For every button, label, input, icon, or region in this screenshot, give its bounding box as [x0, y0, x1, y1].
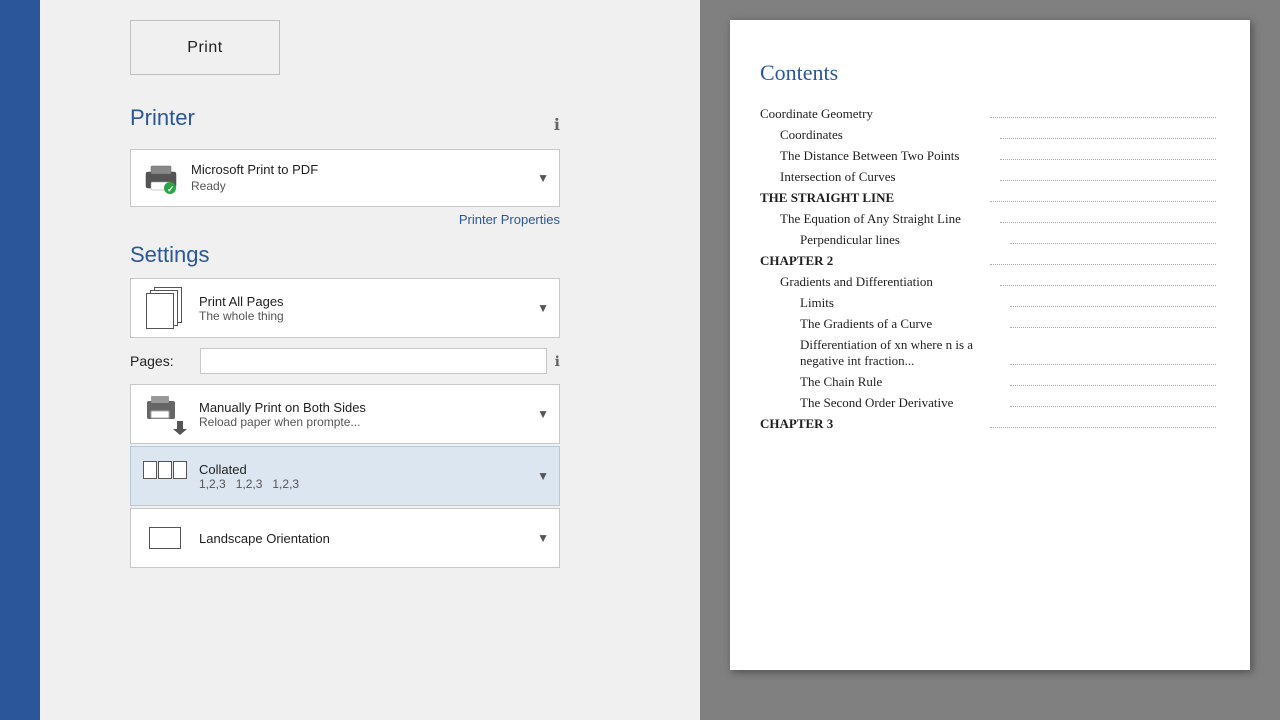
printer-status: Ready [191, 179, 226, 193]
print-range-text: Print All Pages The whole thing [199, 294, 532, 323]
toc-label: The Equation of Any Straight Line [780, 211, 996, 227]
toc-entry: Coordinate Geometry [760, 106, 1220, 122]
pages-info-icon[interactable]: ℹ [555, 353, 560, 370]
toc-dots [1010, 291, 1216, 307]
duplex-sub: Reload paper when prompte... [199, 415, 532, 429]
toc-label: The Chain Rule [800, 374, 1006, 390]
svg-text:✓: ✓ [167, 184, 175, 194]
orientation-icon [141, 517, 189, 559]
toc-label: Coordinates [780, 127, 996, 143]
toc-entry: CHAPTER 2 [760, 253, 1220, 269]
toc-label: The Gradients of a Curve [800, 316, 1006, 332]
print-range-arrow: ▼ [537, 301, 549, 315]
settings-section: Settings Print All Pages The whole thing… [130, 242, 670, 568]
toc-entry: THE STRAIGHT LINE [760, 190, 1220, 206]
toc-dots [1010, 333, 1216, 365]
toc-entry: Coordinates [760, 127, 1220, 143]
printer-section-label: Printer [130, 105, 195, 131]
print-range-dropdown[interactable]: Print All Pages The whole thing ▼ [130, 278, 560, 338]
toc-dots [1010, 391, 1216, 407]
toc-dots [1000, 144, 1216, 160]
print-range-main: Print All Pages [199, 294, 532, 309]
collated-arrow: ▼ [537, 469, 549, 483]
print-range-icon [141, 287, 189, 329]
orientation-arrow: ▼ [537, 531, 549, 545]
printer-icon: ✓ [141, 158, 181, 198]
duplex-text: Manually Print on Both Sides Reload pape… [199, 400, 532, 429]
toc-label: Limits [800, 295, 1006, 311]
pages-input[interactable] [200, 348, 547, 374]
duplex-icon [141, 393, 189, 435]
contents-title: Contents [760, 60, 1220, 86]
duplex-arrow: ▼ [537, 407, 549, 421]
duplex-dropdown[interactable]: Manually Print on Both Sides Reload pape… [130, 384, 560, 444]
pages-label: Pages: [130, 353, 190, 369]
toc-dots [1010, 312, 1216, 328]
collated-dropdown[interactable]: Collated 1,2,3 1,2,3 1,2,3 ▼ [130, 446, 560, 506]
toc-entry: The Second Order Derivative [760, 395, 1220, 411]
toc-entry: The Chain Rule [760, 374, 1220, 390]
toc-container: Coordinate Geometry Coordinates The Distan… [760, 106, 1220, 432]
toc-entry: The Equation of Any Straight Line [760, 211, 1220, 227]
toc-entry: CHAPTER 3 [760, 416, 1220, 432]
printer-info: Microsoft Print to PDF Ready [191, 162, 537, 195]
settings-section-label: Settings [130, 242, 210, 267]
toc-label: Perpendicular lines [800, 232, 1006, 248]
toc-entry: The Gradients of a Curve [760, 316, 1220, 332]
toc-dots [1000, 123, 1216, 139]
print-button[interactable]: Print [130, 20, 280, 75]
toc-dots [1010, 370, 1216, 386]
duplex-main: Manually Print on Both Sides [199, 400, 532, 415]
toc-label: THE STRAIGHT LINE [760, 190, 986, 206]
toc-dots [990, 249, 1216, 265]
orientation-text: Landscape Orientation [199, 531, 532, 546]
collated-text: Collated 1,2,3 1,2,3 1,2,3 [199, 462, 532, 491]
toc-label: CHAPTER 3 [760, 416, 986, 432]
printer-properties-link[interactable]: Printer Properties [130, 212, 560, 227]
toc-dots [990, 102, 1216, 118]
toc-dots [990, 186, 1216, 202]
sidebar-strip [0, 0, 40, 720]
collated-sub: 1,2,3 1,2,3 1,2,3 [199, 477, 532, 491]
toc-entry: Gradients and Differentiation [760, 274, 1220, 290]
toc-label: The Second Order Derivative [800, 395, 1006, 411]
toc-label: Gradients and Differentiation [780, 274, 996, 290]
printer-name: Microsoft Print to PDF [191, 162, 537, 177]
toc-label: Intersection of Curves [780, 169, 996, 185]
printer-dropdown-arrow: ▼ [537, 171, 549, 185]
printer-section: Printer ℹ ✓ [130, 105, 670, 227]
toc-entry: The Distance Between Two Points [760, 148, 1220, 164]
toc-entry: Limits [760, 295, 1220, 311]
orientation-main: Landscape Orientation [199, 531, 532, 546]
collated-main: Collated [199, 462, 532, 477]
toc-label: Coordinate Geometry [760, 106, 986, 122]
toc-dots [1000, 207, 1216, 223]
print-content: Printer ℹ ✓ [40, 95, 700, 720]
preview-panel: Contents Coordinate Geometry Coordinates T… [700, 0, 1280, 720]
toc-entry: Perpendicular lines [760, 232, 1220, 248]
print-range-sub: The whole thing [199, 309, 532, 323]
toc-label: The Distance Between Two Points [780, 148, 996, 164]
toc-dots [990, 412, 1216, 428]
print-panel: Print Printer ℹ [40, 0, 700, 720]
toc-dots [1000, 270, 1216, 286]
pages-row: Pages: ℹ [130, 348, 560, 374]
toc-label: Differentiation of xn where n is a negat… [800, 337, 1006, 369]
toc-dots [1000, 165, 1216, 181]
toc-dots [1010, 228, 1216, 244]
orientation-dropdown[interactable]: Landscape Orientation ▼ [130, 508, 560, 568]
toc-entry: Differentiation of xn where n is a negat… [760, 337, 1220, 369]
toc-entry: Intersection of Curves [760, 169, 1220, 185]
print-button-area: Print [40, 0, 700, 95]
printer-info-icon[interactable]: ℹ [554, 115, 560, 135]
toc-label: CHAPTER 2 [760, 253, 986, 269]
collated-icon [141, 455, 189, 497]
preview-page: Contents Coordinate Geometry Coordinates T… [730, 20, 1250, 670]
printer-dropdown[interactable]: ✓ Microsoft Print to PDF Ready ▼ [130, 149, 560, 207]
